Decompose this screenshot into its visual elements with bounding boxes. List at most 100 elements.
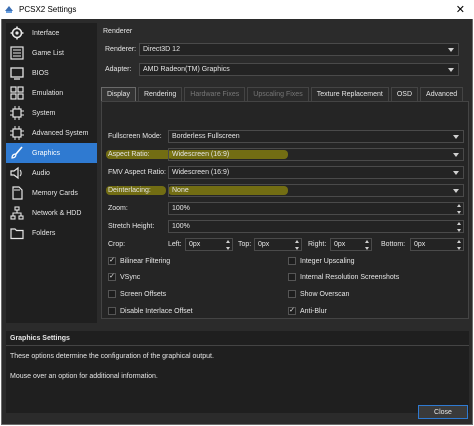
sidebar-item-system[interactable]: System — [6, 103, 97, 123]
deinterlacing-value: None — [172, 187, 189, 194]
sidebar-item-label: Audio — [32, 169, 50, 177]
adapter-label: Adapter: — [105, 66, 132, 73]
checkbox-label: Integer Upscaling — [300, 257, 355, 265]
crop-right-spinbox[interactable]: 0px — [330, 238, 372, 251]
tab-upscaling-fixes[interactable]: Upscaling Fixes — [247, 87, 309, 101]
adapter-value: AMD Radeon(TM) Graphics — [143, 66, 230, 73]
tab-advanced[interactable]: Advanced — [420, 87, 464, 101]
emulation-icon — [10, 86, 24, 100]
sidebar-item-advanced-system[interactable]: Advanced System — [6, 123, 97, 143]
renderer-select[interactable]: Direct3D 12 — [139, 43, 459, 56]
crop-right-value: 0px — [334, 241, 346, 248]
disable-interlace-offset-checkbox[interactable]: Disable Interlace Offset — [108, 307, 193, 315]
bilinear-filtering-checkbox[interactable]: ✓ Bilinear Filtering — [108, 257, 170, 265]
tab-rendering[interactable]: Rendering — [137, 87, 183, 101]
memory-card-icon — [10, 186, 24, 200]
checkmark-icon — [108, 307, 116, 315]
tab-osd[interactable]: OSD — [390, 87, 419, 101]
vsync-checkbox[interactable]: ✓ VSync — [108, 273, 140, 281]
fullscreen-label: Fullscreen Mode: — [108, 133, 162, 140]
window-title: PCSX2 Settings — [19, 5, 77, 14]
sidebar-item-game-list[interactable]: Game List — [6, 43, 97, 63]
crop-left-spinbox[interactable]: 0px — [185, 238, 233, 251]
crop-bottom-value: 0px — [414, 241, 426, 248]
spin-arrows-icon[interactable] — [224, 240, 231, 250]
checkbox-label: Disable Interlace Offset — [120, 307, 193, 315]
sidebar-item-label: Advanced System — [32, 129, 89, 137]
checkbox-label: Bilinear Filtering — [120, 257, 171, 265]
spin-arrows-icon[interactable] — [293, 240, 300, 250]
help-divider — [6, 345, 469, 346]
sidebar-item-graphics[interactable]: Graphics — [6, 143, 97, 163]
internal-resolution-screenshots-checkbox[interactable]: Internal Resolution Screenshots — [288, 273, 399, 281]
zoom-spinbox[interactable]: 100% — [168, 202, 464, 215]
chip-icon — [10, 106, 24, 120]
tab-display[interactable]: Display — [101, 87, 136, 101]
sidebar-item-label: Interface — [32, 29, 60, 37]
crop-top-label: Top: — [238, 241, 252, 248]
sidebar-item-audio[interactable]: Audio — [6, 163, 97, 183]
screen-offsets-checkbox[interactable]: Screen Offsets — [108, 290, 166, 298]
close-button[interactable]: Close — [418, 405, 468, 419]
sidebar-item-memory-cards[interactable]: Memory Cards — [6, 183, 97, 203]
deinterlacing-select[interactable]: None — [168, 184, 464, 197]
tab-hardware-fixes[interactable]: Hardware Fixes — [184, 87, 246, 101]
pcsx2-logo-icon — [5, 5, 13, 13]
crop-bottom-spinbox[interactable]: 0px — [410, 238, 464, 251]
chevron-down-icon — [453, 189, 459, 193]
fmv-aspect-value: Widescreen (16:9) — [172, 169, 230, 176]
help-hint: Mouse over an option for additional info… — [10, 373, 158, 380]
zoom-value: 100% — [172, 205, 190, 212]
stretch-height-spinbox[interactable]: 100% — [168, 220, 464, 233]
title-bar: PCSX2 Settings ✕ — [0, 0, 474, 19]
fmv-aspect-select[interactable]: Widescreen (16:9) — [168, 166, 464, 179]
aspect-ratio-value: Widescreen (16:9) — [172, 151, 230, 158]
bios-icon — [10, 66, 24, 80]
integer-upscaling-checkbox[interactable]: Integer Upscaling — [288, 257, 354, 265]
sidebar-item-label: Graphics — [32, 149, 61, 157]
spin-arrows-icon[interactable] — [455, 222, 462, 232]
crop-right-label: Right: — [308, 241, 327, 248]
anti-blur-checkbox[interactable]: ✓ Anti-Blur — [288, 307, 327, 315]
sidebar-item-emulation[interactable]: Emulation — [6, 83, 97, 103]
tab-texture-replacement[interactable]: Texture Replacement — [310, 87, 389, 101]
sidebar-item-folders[interactable]: Folders — [6, 223, 97, 243]
sidebar-item-label: System — [32, 109, 56, 117]
aspect-ratio-select[interactable]: Widescreen (16:9) — [168, 148, 464, 161]
settings-tabs: Display Rendering Hardware Fixes Upscali… — [101, 87, 465, 101]
sidebar-item-label: Memory Cards — [32, 189, 78, 197]
checkbox-label: Anti-Blur — [300, 307, 327, 315]
spin-arrows-icon[interactable] — [363, 240, 370, 250]
sidebar-item-network-hdd[interactable]: Network & HDD — [6, 203, 97, 223]
zoom-label: Zoom: — [108, 205, 128, 212]
sidebar-item-bios[interactable]: BIOS — [6, 63, 97, 83]
renderer-label: Renderer: — [105, 46, 137, 53]
display-tab-panel: Fullscreen Mode: Borderless Fullscreen A… — [101, 101, 469, 319]
aspect-ratio-label: Aspect Ratio: — [108, 151, 150, 158]
chip-icon — [10, 126, 24, 140]
sidebar-item-label: Network & HDD — [32, 209, 82, 217]
speaker-icon — [10, 166, 24, 180]
fullscreen-select[interactable]: Borderless Fullscreen — [168, 130, 464, 143]
renderer-section-title: Renderer — [103, 28, 133, 35]
spin-arrows-icon[interactable] — [455, 204, 462, 214]
sidebar-item-interface[interactable]: Interface — [6, 23, 97, 43]
interface-icon — [10, 26, 24, 40]
deinterlacing-label: Deinterlacing: — [108, 187, 151, 194]
network-icon — [10, 206, 24, 220]
show-overscan-checkbox[interactable]: Show Overscan — [288, 290, 349, 298]
checkmark-icon — [288, 273, 296, 281]
chevron-down-icon — [448, 48, 454, 52]
checkmark-icon: ✓ — [108, 273, 116, 281]
crop-top-spinbox[interactable]: 0px — [254, 238, 302, 251]
adapter-select[interactable]: AMD Radeon(TM) Graphics — [139, 63, 459, 76]
settings-window: Interface Game List BIOS Emulation Syste… — [1, 19, 473, 425]
window-close-icon[interactable]: ✕ — [456, 3, 465, 16]
sidebar-item-label: BIOS — [32, 69, 49, 77]
sidebar-item-label: Emulation — [32, 89, 64, 97]
checkmark-icon — [288, 290, 296, 298]
sidebar: Interface Game List BIOS Emulation Syste… — [6, 23, 97, 323]
checkbox-label: VSync — [120, 273, 141, 281]
spin-arrows-icon[interactable] — [455, 240, 462, 250]
sidebar-item-label: Game List — [32, 49, 64, 57]
